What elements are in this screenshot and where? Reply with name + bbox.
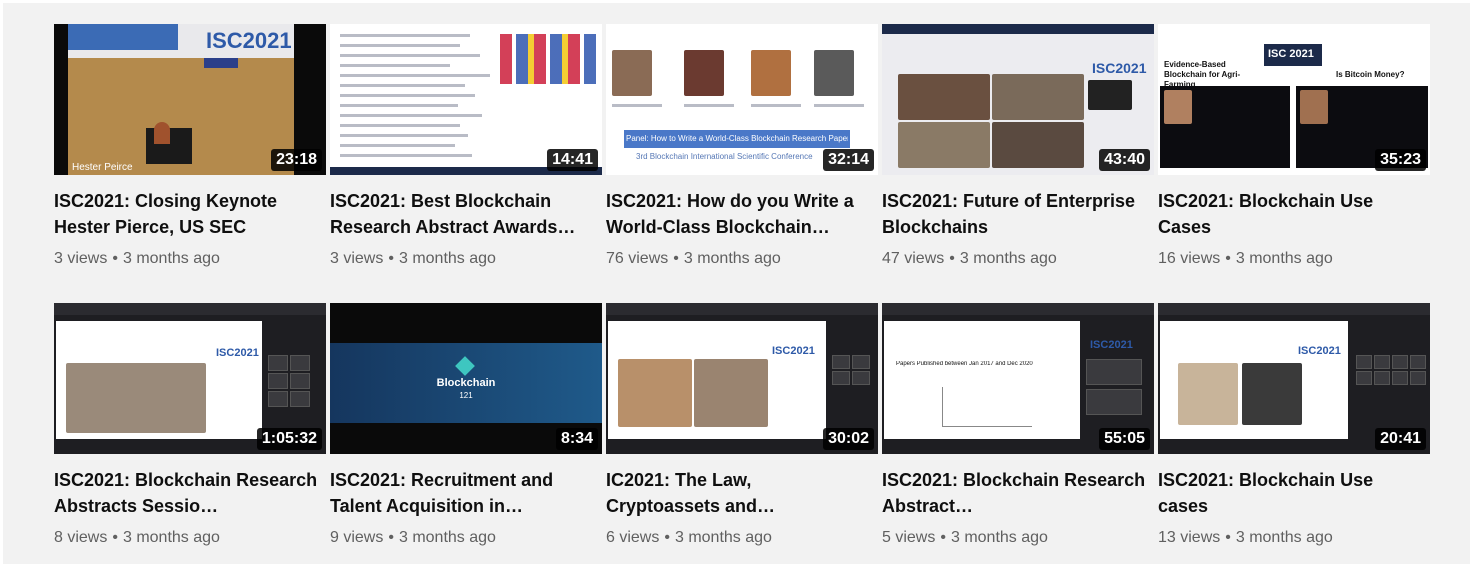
video-duration: 1:05:32 bbox=[256, 428, 322, 450]
upload-age: 3 months ago bbox=[683, 250, 781, 267]
video-thumbnail[interactable]: ISC2021 20:41 bbox=[1158, 303, 1430, 454]
video-card[interactable]: ISC2021 20:41 ISC2021: Blockchain Use ca… bbox=[1158, 303, 1430, 567]
upload-age: 3 months ago bbox=[398, 250, 496, 267]
upload-age: 3 months ago bbox=[122, 250, 220, 267]
upload-age: 3 months ago bbox=[398, 529, 496, 546]
video-meta: 16 views • 3 months ago bbox=[1158, 250, 1333, 267]
upload-age: 3 months ago bbox=[1235, 529, 1333, 546]
view-count: 3 views bbox=[54, 250, 108, 267]
video-duration: 35:23 bbox=[1375, 149, 1426, 171]
video-duration: 14:41 bbox=[547, 149, 598, 171]
video-thumbnail[interactable]: ISC2021 43:40 bbox=[882, 24, 1154, 175]
thumbnail-heading: Blockchain bbox=[436, 377, 496, 389]
thumbnail-heading: ISC2021 bbox=[206, 28, 292, 53]
video-title[interactable]: ISC2021: Blockchain Research Abstract… bbox=[882, 467, 1154, 519]
video-meta: 3 views • 3 months ago bbox=[54, 250, 220, 267]
video-card[interactable]: Panel: How to Write a World-Class Blockc… bbox=[606, 24, 878, 303]
video-meta: 76 views • 3 months ago bbox=[606, 250, 781, 267]
view-count: 13 views bbox=[1158, 529, 1221, 546]
video-duration: 23:18 bbox=[271, 149, 322, 171]
thumbnail-subheading: Papers Published between Jan 2017 and De… bbox=[896, 361, 1033, 367]
video-thumbnail[interactable]: ISC2021 Hester Peirce 23:18 bbox=[54, 24, 326, 175]
video-meta: 9 views • 3 months ago bbox=[330, 529, 496, 546]
video-card[interactable]: ISC2021 1:05:32 ISC2021: Blockchain Rese… bbox=[54, 303, 326, 567]
view-count: 6 views bbox=[606, 529, 660, 546]
thumbnail-heading: ISC2021 bbox=[1090, 339, 1133, 351]
video-meta: 47 views • 3 months ago bbox=[882, 250, 1057, 267]
video-thumbnail[interactable]: ISC2021 30:02 bbox=[606, 303, 878, 454]
video-card[interactable]: ISC 2021 Evidence-Based Blockchain for A… bbox=[1158, 24, 1430, 303]
video-thumbnail[interactable]: ISC2021 Papers Published between Jan 201… bbox=[882, 303, 1154, 454]
video-meta: 3 views • 3 months ago bbox=[330, 250, 496, 267]
video-thumbnail[interactable]: Blockchain 121 8:34 bbox=[330, 303, 602, 454]
video-card[interactable]: ISC2021 Papers Published between Jan 201… bbox=[882, 303, 1154, 567]
thumbnail-heading: Panel: How to Write a World-Class Blockc… bbox=[626, 134, 848, 143]
view-count: 5 views bbox=[882, 529, 936, 546]
video-meta: 6 views • 3 months ago bbox=[606, 529, 772, 546]
video-meta: 8 views • 3 months ago bbox=[54, 529, 220, 546]
upload-age: 3 months ago bbox=[950, 529, 1048, 546]
video-meta: 5 views • 3 months ago bbox=[882, 529, 1048, 546]
video-meta: 13 views • 3 months ago bbox=[1158, 529, 1333, 546]
upload-age: 3 months ago bbox=[1235, 250, 1333, 267]
video-title[interactable]: ISC2021: Recruitment and Talent Acquisit… bbox=[330, 467, 602, 519]
video-thumbnail[interactable]: ISC 2021 Evidence-Based Blockchain for A… bbox=[1158, 24, 1430, 175]
thumbnail-heading: ISC2021 bbox=[772, 345, 815, 357]
video-title[interactable]: ISC2021: Best Blockchain Research Abstra… bbox=[330, 188, 602, 240]
view-count: 3 views bbox=[330, 250, 384, 267]
video-duration: 32:14 bbox=[823, 149, 874, 171]
thumbnail-caption: Hester Peirce bbox=[72, 162, 133, 173]
thumbnail-subheading: 3rd Blockchain International Scientific … bbox=[636, 152, 813, 161]
thumbnail-right-title: Is Bitcoin Money? bbox=[1336, 70, 1405, 79]
video-title[interactable]: ISC2021: How do you Write a World-Class … bbox=[606, 188, 878, 240]
video-title[interactable]: ISC2021: Future of Enterprise Blockchain… bbox=[882, 188, 1154, 240]
video-title[interactable]: ISC2021: Blockchain Use Cases bbox=[1158, 188, 1430, 240]
video-thumbnail[interactable]: Panel: How to Write a World-Class Blockc… bbox=[606, 24, 878, 175]
video-duration: 30:02 bbox=[823, 428, 874, 450]
upload-age: 3 months ago bbox=[959, 250, 1057, 267]
video-duration: 20:41 bbox=[1375, 428, 1426, 450]
upload-age: 3 months ago bbox=[122, 529, 220, 546]
view-count: 8 views bbox=[54, 529, 108, 546]
video-thumbnail[interactable]: ISC2021 1:05:32 bbox=[54, 303, 326, 454]
video-card[interactable]: ISC2021 30:02 IC2021: The Law, Cryptoass… bbox=[606, 303, 878, 567]
view-count: 47 views bbox=[882, 250, 945, 267]
thumbnail-heading: ISC2021 bbox=[1092, 60, 1147, 76]
video-card[interactable]: Blockchain 121 8:34 ISC2021: Recruitment… bbox=[330, 303, 602, 567]
video-title[interactable]: ISC2021: Blockchain Use cases bbox=[1158, 467, 1430, 519]
thumbnail-heading: ISC2021 bbox=[216, 347, 259, 359]
thumbnail-heading: ISC 2021 bbox=[1268, 48, 1314, 60]
video-card[interactable]: ISC2021 Hester Peirce 23:18 ISC2021: Clo… bbox=[54, 24, 326, 303]
video-duration: 55:05 bbox=[1099, 428, 1150, 450]
view-count: 76 views bbox=[606, 250, 669, 267]
view-count: 9 views bbox=[330, 529, 384, 546]
video-title[interactable]: ISC2021: Closing Keynote Hester Pierce, … bbox=[54, 188, 326, 240]
thumbnail-subheading: 121 bbox=[459, 391, 473, 400]
video-title[interactable]: ISC2021: Blockchain Research Abstracts S… bbox=[54, 467, 326, 519]
view-count: 16 views bbox=[1158, 250, 1221, 267]
video-thumbnail[interactable]: 14:41 bbox=[330, 24, 602, 175]
thumbnail-heading: ISC2021 bbox=[1298, 345, 1341, 357]
video-duration: 8:34 bbox=[555, 428, 598, 450]
video-title[interactable]: IC2021: The Law, Cryptoassets and… bbox=[606, 467, 878, 519]
video-duration: 43:40 bbox=[1099, 149, 1150, 171]
video-card[interactable]: 14:41 ISC2021: Best Blockchain Research … bbox=[330, 24, 602, 303]
video-grid: ISC2021 Hester Peirce 23:18 ISC2021: Clo… bbox=[54, 24, 1430, 567]
video-card[interactable]: ISC2021 43:40 ISC2021: Future of Enterpr… bbox=[882, 24, 1154, 303]
upload-age: 3 months ago bbox=[674, 529, 772, 546]
